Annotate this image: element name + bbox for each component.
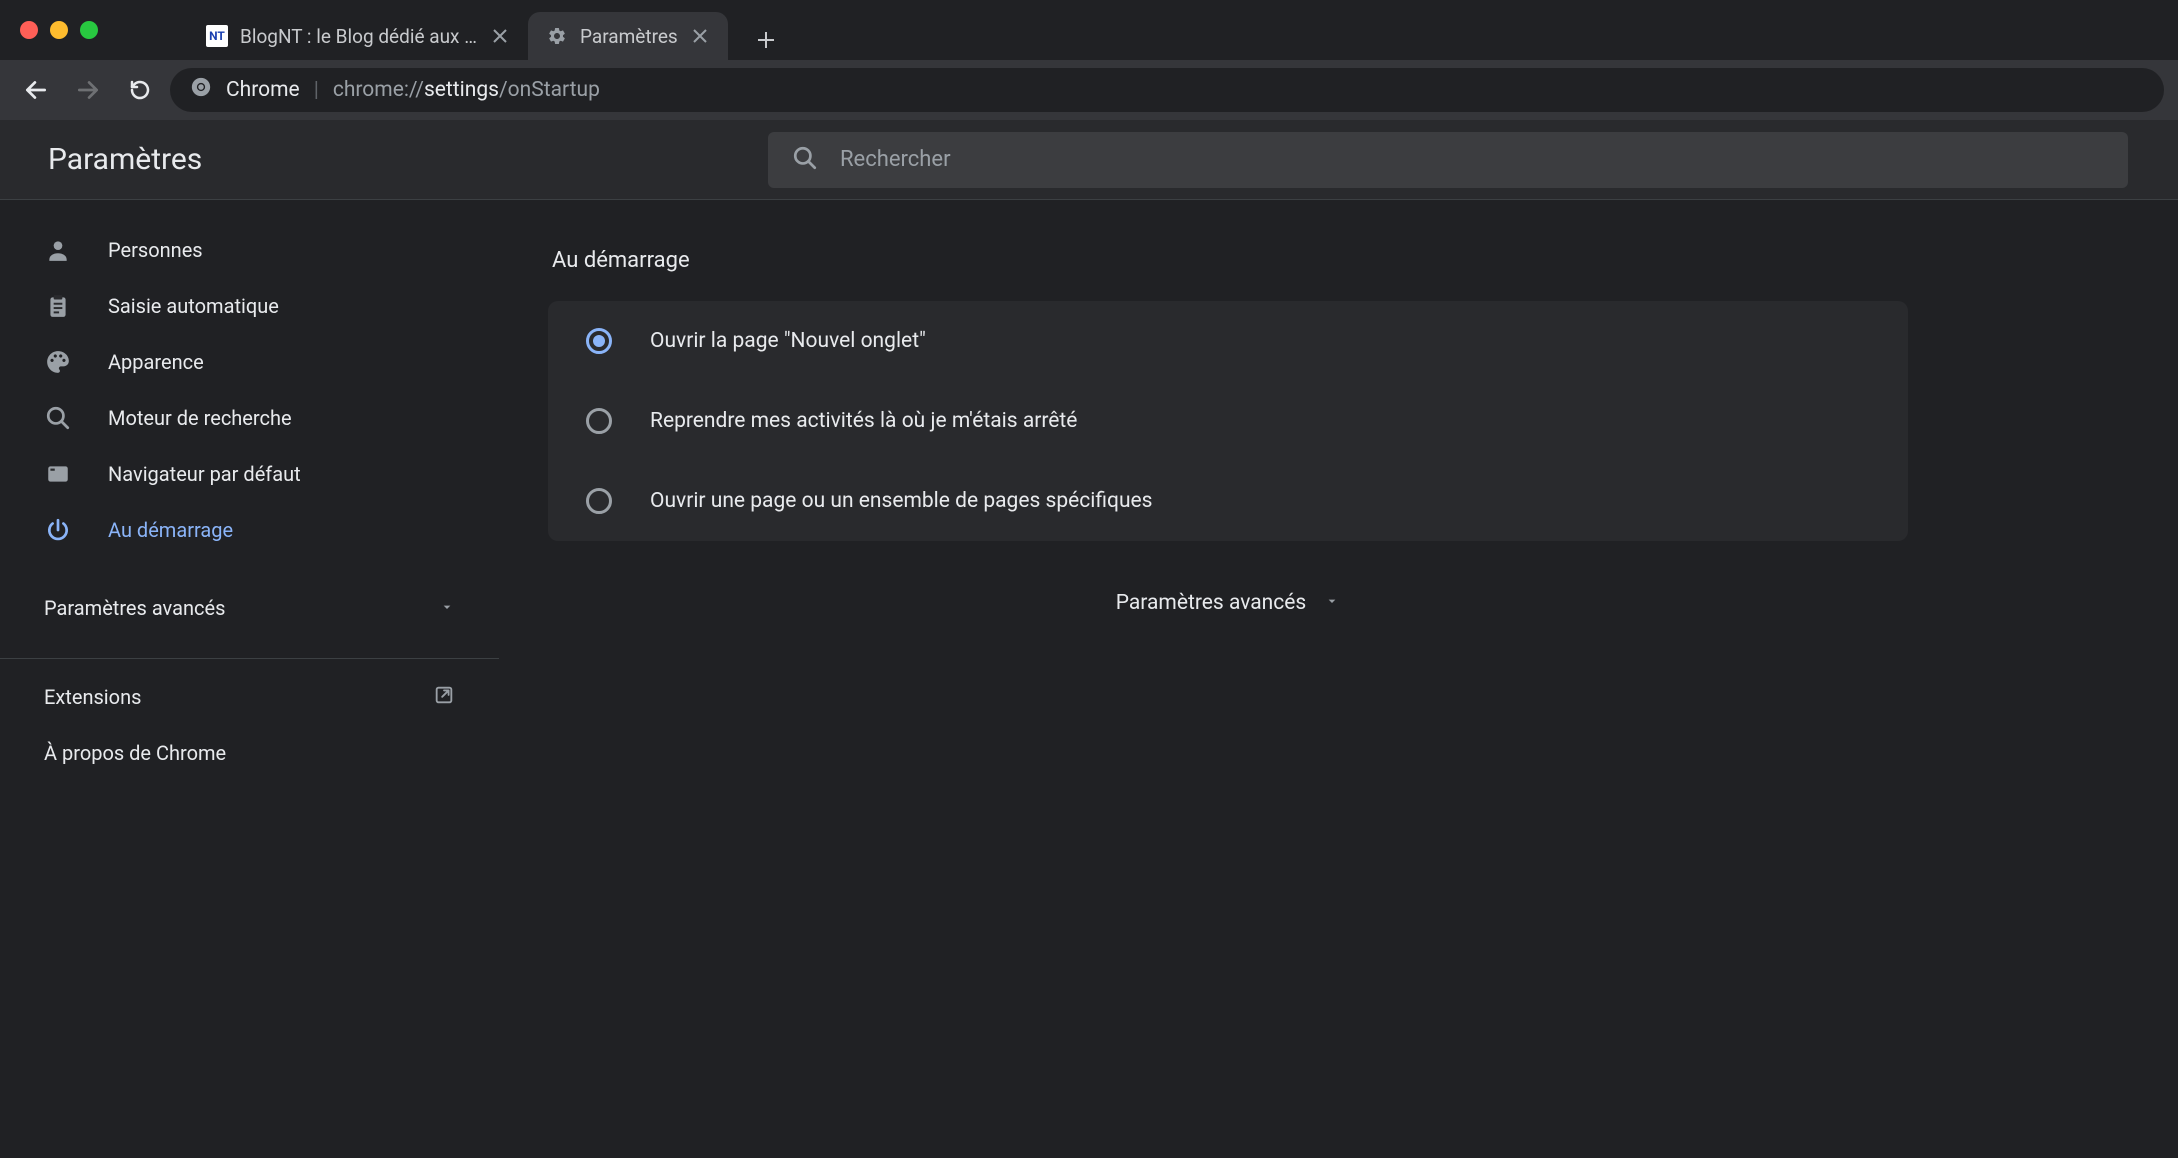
- maximize-window-button[interactable]: [80, 21, 98, 39]
- sidebar-extensions[interactable]: Extensions: [0, 669, 499, 725]
- address-bar[interactable]: Chrome | chrome://settings/onStartup: [170, 68, 2164, 112]
- gear-icon: [546, 25, 568, 47]
- sidebar-advanced-toggle[interactable]: Paramètres avancés: [0, 576, 499, 640]
- section-title: Au démarrage: [548, 248, 2130, 273]
- sidebar-item-label: Personnes: [108, 238, 203, 262]
- sidebar-item-search-engine[interactable]: Moteur de recherche: [0, 390, 499, 446]
- omnibox-url: chrome://settings/onStartup: [333, 78, 600, 102]
- reload-button[interactable]: [118, 68, 162, 112]
- sidebar-about[interactable]: À propos de Chrome: [0, 725, 499, 781]
- option-label: Ouvrir une page ou un ensemble de pages …: [650, 489, 1153, 513]
- favicon-blognt-icon: NT: [206, 25, 228, 47]
- sidebar-item-on-startup[interactable]: Au démarrage: [0, 502, 499, 558]
- search-icon: [44, 404, 72, 432]
- sidebar-item-appearance[interactable]: Apparence: [0, 334, 499, 390]
- sidebar-item-default-browser[interactable]: Navigateur par défaut: [0, 446, 499, 502]
- traffic-lights: [20, 21, 98, 39]
- chevron-down-icon: [1324, 591, 1340, 615]
- close-tab-icon[interactable]: [490, 26, 510, 46]
- palette-icon: [44, 348, 72, 376]
- chrome-icon: [190, 76, 212, 104]
- person-icon: [44, 236, 72, 264]
- sidebar-item-people[interactable]: Personnes: [0, 222, 499, 278]
- extensions-label: Extensions: [44, 685, 141, 709]
- sidebar-item-label: Apparence: [108, 350, 204, 374]
- option-label: Reprendre mes activités là où je m'étais…: [650, 409, 1077, 433]
- main-advanced-toggle[interactable]: Paramètres avancés: [548, 591, 1908, 615]
- startup-options-card: Ouvrir la page "Nouvel onglet" Reprendre…: [548, 301, 1908, 541]
- settings-search[interactable]: [768, 132, 2128, 188]
- window-titlebar: NT BlogNT : le Blog dédié aux Nou Paramè…: [0, 0, 2178, 60]
- omnibox-chip-label: Chrome: [226, 78, 300, 102]
- close-tab-icon[interactable]: [690, 26, 710, 46]
- radio-icon: [586, 328, 612, 354]
- sidebar-item-label: Navigateur par défaut: [108, 462, 301, 486]
- search-input[interactable]: [840, 147, 2104, 172]
- settings-body: Personnes Saisie automatique Apparence M…: [0, 200, 2178, 1158]
- sidebar-item-autofill[interactable]: Saisie automatique: [0, 278, 499, 334]
- settings-sidebar: Personnes Saisie automatique Apparence M…: [0, 200, 500, 1158]
- settings-main: Au démarrage Ouvrir la page "Nouvel ongl…: [500, 200, 2178, 1158]
- close-window-button[interactable]: [20, 21, 38, 39]
- sidebar-item-label: Au démarrage: [108, 518, 233, 542]
- browser-icon: [44, 460, 72, 488]
- option-label: Ouvrir la page "Nouvel onglet": [650, 329, 926, 353]
- option-specific-pages[interactable]: Ouvrir une page ou un ensemble de pages …: [548, 461, 1908, 541]
- tab-title: Paramètres: [580, 25, 678, 48]
- tab-strip: NT BlogNT : le Blog dédié aux Nou Paramè…: [188, 0, 786, 60]
- radio-icon: [586, 408, 612, 434]
- about-label: À propos de Chrome: [44, 741, 226, 765]
- tab-settings[interactable]: Paramètres: [528, 12, 728, 60]
- search-icon: [792, 145, 818, 175]
- browser-toolbar: Chrome | chrome://settings/onStartup: [0, 60, 2178, 120]
- tab-blognt[interactable]: NT BlogNT : le Blog dédié aux Nou: [188, 12, 528, 60]
- open-external-icon: [433, 684, 455, 711]
- forward-button[interactable]: [66, 68, 110, 112]
- advanced-label: Paramètres avancés: [1116, 591, 1307, 615]
- settings-header: Paramètres: [0, 120, 2178, 200]
- sidebar-item-label: Saisie automatique: [108, 294, 279, 318]
- option-continue[interactable]: Reprendre mes activités là où je m'étais…: [548, 381, 1908, 461]
- sidebar-divider: [0, 658, 499, 659]
- page-title: Paramètres: [48, 142, 768, 177]
- option-new-tab[interactable]: Ouvrir la page "Nouvel onglet": [548, 301, 1908, 381]
- back-button[interactable]: [14, 68, 58, 112]
- advanced-label: Paramètres avancés: [44, 596, 225, 620]
- chevron-down-icon: [439, 596, 455, 620]
- omnibox-separator: |: [314, 78, 319, 102]
- power-icon: [44, 516, 72, 544]
- tab-title: BlogNT : le Blog dédié aux Nou: [240, 25, 478, 48]
- minimize-window-button[interactable]: [50, 21, 68, 39]
- radio-icon: [586, 488, 612, 514]
- clipboard-icon: [44, 292, 72, 320]
- sidebar-item-label: Moteur de recherche: [108, 406, 292, 430]
- new-tab-button[interactable]: [746, 20, 786, 60]
